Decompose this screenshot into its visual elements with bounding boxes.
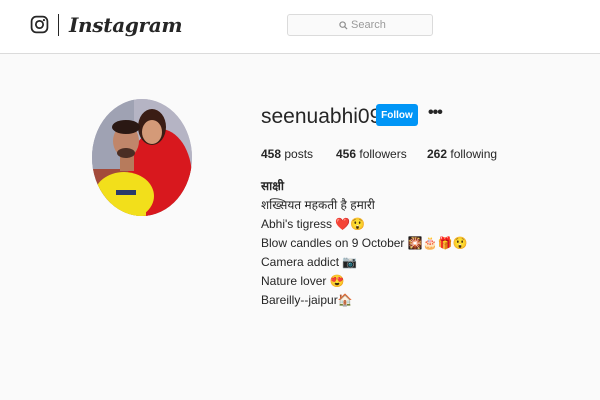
following-stat[interactable]: 262 following — [427, 147, 497, 161]
profile-avatar[interactable] — [92, 99, 192, 216]
profile-bio: साक्षी शख्सियत महकती है हमारी Abhi's tig… — [261, 177, 581, 310]
top-navigation-bar: Instagram — [0, 0, 600, 54]
logo-divider — [58, 14, 59, 36]
instagram-glyph-icon[interactable] — [30, 15, 49, 34]
bio-line: Camera addict 📷 — [261, 255, 358, 269]
search-box[interactable] — [287, 14, 433, 36]
bio-line: Nature lover 😍 — [261, 274, 345, 288]
bio-line: Abhi's tigress ❤️😲 — [261, 217, 366, 231]
followers-stat[interactable]: 456 followers — [336, 147, 407, 161]
posts-label: posts — [284, 147, 314, 161]
bio-line: Blow candles on 9 October 🎇🎂🎁😲 — [261, 236, 468, 250]
search-icon — [339, 21, 348, 30]
following-label: following — [450, 147, 498, 161]
more-options-icon[interactable]: ••• — [428, 105, 443, 125]
bio-line: Bareilly--jaipur🏠 — [261, 293, 353, 307]
follow-button[interactable]: Follow — [376, 104, 418, 126]
avatar-photo — [92, 99, 192, 216]
bio-name: साक्षी — [261, 179, 284, 193]
followers-count: 456 — [336, 147, 357, 161]
followers-label: followers — [359, 147, 407, 161]
bio-line: शख्सियत महकती है हमारी — [261, 198, 375, 212]
following-count: 262 — [427, 147, 448, 161]
posts-count: 458 — [261, 147, 282, 161]
instagram-wordmark[interactable]: Instagram — [69, 12, 183, 38]
profile-username: seenuabhi09 — [261, 105, 382, 128]
search-input[interactable] — [351, 17, 429, 33]
posts-stat[interactable]: 458 posts — [261, 147, 313, 161]
